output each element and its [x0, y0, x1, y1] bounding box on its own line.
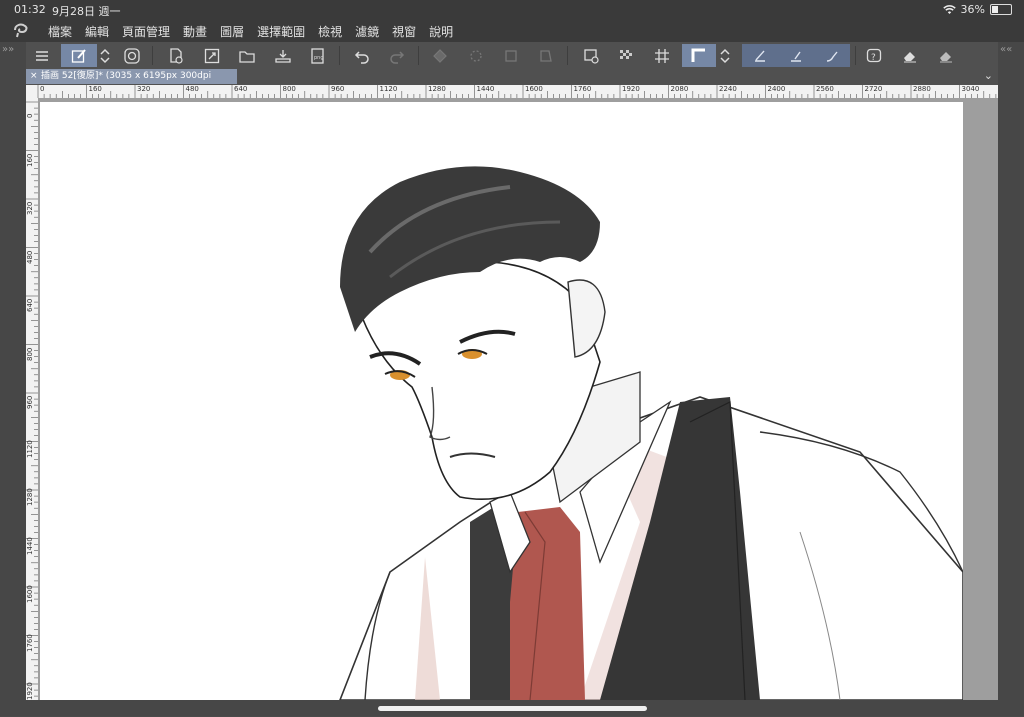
battery-icon	[990, 4, 1012, 15]
menu-bar: 檔案 編輯 頁面管理 動畫 圖層 選擇範圍 檢視 濾鏡 視窗 說明	[0, 19, 1024, 42]
ruler-top-label: 640	[234, 85, 248, 93]
ruler-top-label: 2240	[719, 85, 737, 93]
ruler-left-label: 640	[26, 298, 34, 312]
ruler-left-label: 1600	[26, 585, 34, 603]
ruler-top-label: 320	[137, 85, 151, 93]
command-bar: png ?	[26, 42, 998, 69]
chevron-down-icon[interactable]: ⌄	[984, 69, 993, 82]
close-tab-icon[interactable]: ×	[30, 69, 38, 84]
ruler-top-label: 160	[88, 85, 102, 93]
pen-tool-icon[interactable]	[742, 44, 778, 67]
transparency-icon[interactable]	[614, 44, 638, 67]
ruler-top-label: 480	[185, 85, 199, 93]
document-tab[interactable]: × 插画 52[復原]* (3035 x 6195px 300dpi 71.1%…	[26, 69, 237, 96]
battery-fill	[992, 6, 999, 13]
svg-text:?: ?	[871, 53, 876, 63]
resize-icon[interactable]	[200, 44, 224, 67]
ruler-left: 0 160 320 480 640 800 960 1120 1280 1440 1600 1760 1…	[26, 98, 38, 700]
artwork-illustration	[339, 166, 963, 700]
ruler-top-label: 3040	[961, 85, 980, 93]
undo-icon[interactable]	[350, 44, 374, 67]
menu-filter[interactable]: 濾鏡	[355, 23, 379, 40]
menu-help[interactable]: 說明	[429, 23, 453, 40]
menu-view[interactable]: 檢視	[318, 23, 342, 40]
ruler-left-label: 1760	[26, 633, 34, 652]
right-dock: ««	[998, 42, 1024, 716]
ruler-top-label: 1440	[476, 85, 495, 93]
menu-layer[interactable]: 圖層	[220, 23, 244, 40]
menu-animation[interactable]: 動畫	[183, 23, 207, 40]
ruler-left-label: 960	[26, 395, 34, 409]
ruler-left-label: 800	[26, 347, 34, 361]
expand-collapse-icon[interactable]	[96, 44, 114, 67]
ruler-top-label: 1120	[379, 85, 398, 93]
eraser-icon[interactable]	[898, 44, 922, 67]
svg-text:png: png	[314, 55, 324, 61]
crop-icon[interactable]	[499, 44, 523, 67]
line-tool-icon[interactable]	[778, 44, 814, 67]
export-png-icon[interactable]: png	[306, 44, 330, 67]
menu-page-management[interactable]: 頁面管理	[122, 23, 170, 40]
ruler-left-label: 160	[26, 153, 34, 167]
ruler-top-label: 2560	[816, 85, 834, 93]
ruler-left-label: 320	[26, 201, 34, 215]
clock: 01:32	[14, 3, 46, 16]
date: 9月28日 週一	[52, 5, 121, 18]
new-file-icon[interactable]	[164, 44, 188, 67]
edit-pen-icon[interactable]	[61, 44, 97, 67]
menu-edit[interactable]: 編輯	[85, 23, 109, 40]
open-folder-icon[interactable]	[235, 44, 259, 67]
menu-selection[interactable]: 選擇範圍	[257, 23, 305, 40]
ruler-top-label: 2080	[670, 85, 689, 93]
ruler-top: 0 160 320 480 640 800 960 1120 1280 1440 1600 1760 1…	[26, 85, 998, 98]
ruler-left-label: 1920	[26, 682, 34, 700]
ruler-left-label: 480	[26, 250, 34, 264]
fill-icon[interactable]	[428, 44, 452, 67]
menu-window[interactable]: 視窗	[392, 23, 416, 40]
ruler-left-label: 1440	[26, 536, 34, 555]
ruler-left-label: 0	[26, 113, 34, 118]
document-tab-bar: × 插画 52[復原]* (3035 x 6195px 300dpi 71.1%…	[26, 69, 998, 96]
ruler-left-label: 1120	[26, 439, 34, 458]
status-right: 36%	[942, 3, 1012, 16]
menu-icon[interactable]	[30, 44, 54, 67]
spiral-icon[interactable]	[120, 44, 144, 67]
left-dock: »» ︽	[0, 42, 26, 717]
wifi-icon	[942, 4, 956, 14]
ruler-top-label: 0	[40, 85, 45, 93]
expand-right-icon[interactable]: ««	[1000, 44, 1012, 55]
transform-icon[interactable]	[464, 44, 488, 67]
expand-left-icon[interactable]: »»	[2, 44, 14, 55]
ruler-top-label: 2720	[864, 85, 883, 93]
battery-percent: 36%	[960, 3, 985, 16]
ruler-top-label: 1760	[573, 85, 592, 93]
perspective-icon[interactable]	[534, 44, 558, 67]
save-icon[interactable]	[271, 44, 295, 67]
menu-items: 檔案 編輯 頁面管理 動畫 圖層 選擇範圍 檢視 濾鏡 視窗 說明	[48, 23, 453, 40]
home-indicator[interactable]	[378, 706, 647, 711]
ruler-top-label: 2880	[913, 85, 931, 93]
ruler-top-label: 2400	[767, 85, 786, 93]
ruler-top-label: 1600	[525, 85, 543, 93]
new-layer-icon[interactable]	[579, 44, 603, 67]
ruler-top-label: 800	[282, 85, 296, 93]
grid-icon[interactable]	[650, 44, 674, 67]
help-icon[interactable]: ?	[862, 44, 886, 67]
ruler-top-ticks	[37, 85, 997, 98]
status-bar: 01:32 9月28日 週一 36%	[0, 0, 1024, 19]
ruler-top-label: 960	[331, 85, 345, 93]
brush-tool-icon[interactable]	[814, 44, 850, 67]
drawing-canvas[interactable]	[40, 102, 963, 700]
app-logo-icon[interactable]	[12, 22, 30, 38]
ruler-top-label: 1920	[622, 85, 640, 93]
ruler-snap-icon[interactable]	[682, 44, 716, 67]
ruler-left-label: 1280	[26, 488, 34, 506]
ruler-top-label: 1280	[428, 85, 446, 93]
redo-icon[interactable]	[385, 44, 409, 67]
snap-expand-icon[interactable]	[716, 44, 734, 67]
eraser-alt-icon[interactable]	[934, 44, 958, 67]
menu-file[interactable]: 檔案	[48, 23, 72, 40]
